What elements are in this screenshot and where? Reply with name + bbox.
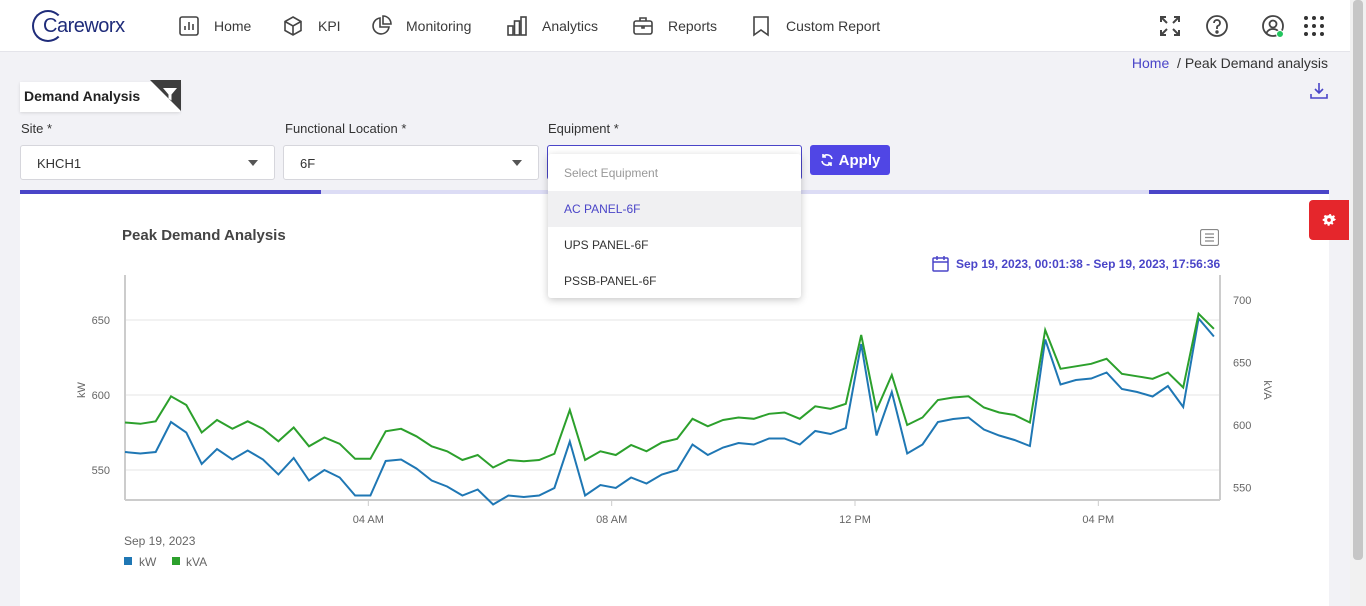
y-right-tick-label: 550 xyxy=(1233,483,1251,495)
y-right-tick-label: 600 xyxy=(1233,420,1251,432)
settings-button[interactable] xyxy=(1309,200,1349,240)
dropdown-option-ac-panel[interactable]: AC PANEL-6F xyxy=(548,191,801,227)
x-tick-label: 04 PM xyxy=(1082,514,1114,526)
y-right-tick-label: 650 xyxy=(1233,358,1251,370)
series-kw-line xyxy=(124,316,1215,506)
date-caption: Sep 19, 2023 xyxy=(124,534,196,548)
y-left-tick-label: 600 xyxy=(92,390,110,402)
dropdown-option-ups-panel[interactable]: UPS PANEL-6F xyxy=(548,227,801,263)
legend-kw-swatch xyxy=(124,557,132,565)
y-left-tick-label: 550 xyxy=(92,465,110,477)
x-tick-label: 12 PM xyxy=(839,514,871,526)
x-tick-label: 08 AM xyxy=(596,514,627,526)
y-right-tick-label: 700 xyxy=(1233,295,1251,307)
series-kva-line xyxy=(124,311,1215,469)
y-left-axis-label: kW xyxy=(76,381,88,398)
legend-kva-swatch xyxy=(172,557,180,565)
legend-kw-label: kW xyxy=(139,555,157,569)
y-right-axis-label: kVA xyxy=(1261,380,1273,400)
x-tick-label: 04 AM xyxy=(353,514,384,526)
y-left-tick-label: 650 xyxy=(92,315,110,327)
dropdown-option-pssb-panel[interactable]: PSSB-PANEL-6F xyxy=(548,263,801,299)
peak-demand-chart: 550 600 650 550 600 650 700 04 AM 08 AM 12 PM 04 P… xyxy=(76,275,1273,569)
equipment-dropdown: Select Equipment AC PANEL-6F UPS PANEL-6… xyxy=(548,154,801,298)
gear-icon xyxy=(1322,214,1337,226)
legend-kva-label: kVA xyxy=(186,555,207,569)
dropdown-placeholder: Select Equipment xyxy=(564,166,659,180)
